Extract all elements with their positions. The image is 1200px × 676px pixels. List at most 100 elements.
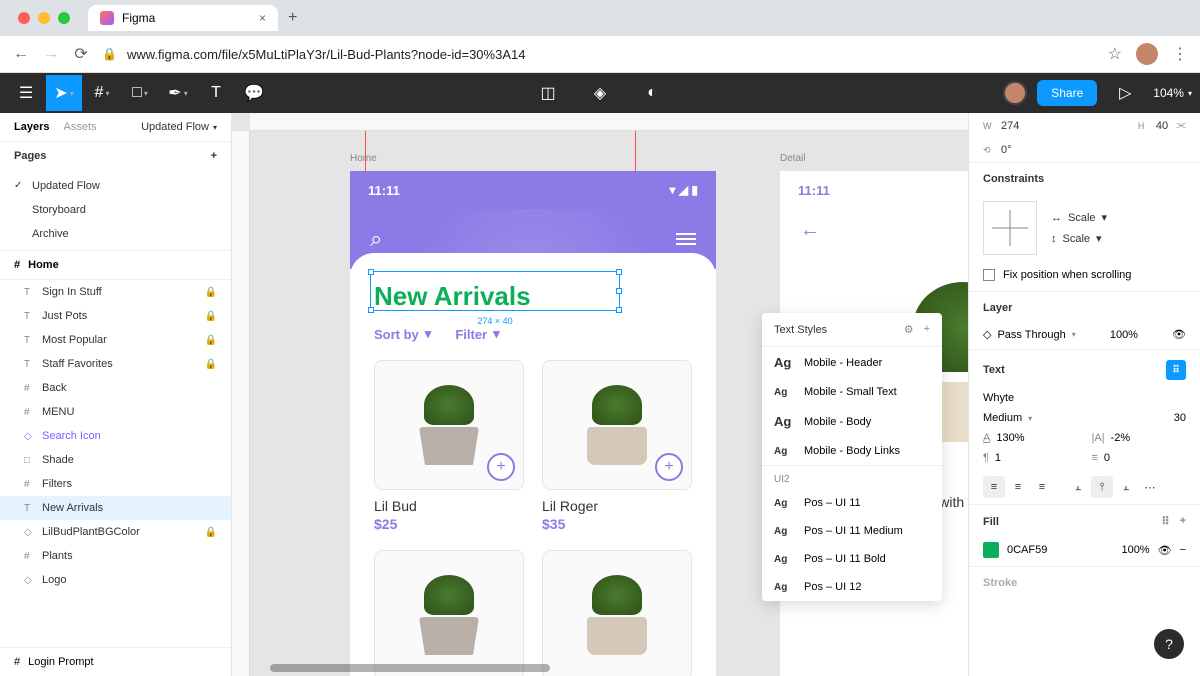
sort-by-button[interactable]: Sort by ▾: [374, 326, 431, 342]
new-tab-button[interactable]: +: [288, 9, 297, 27]
lock-icon[interactable]: 🔒: [205, 527, 217, 538]
text-style-item[interactable]: AgMobile - Small Text: [762, 378, 942, 406]
product-card[interactable]: + Lil Roger $35: [542, 360, 692, 532]
font-weight-select[interactable]: Medium ▾: [983, 412, 1078, 424]
layer-item[interactable]: #Plants: [0, 544, 231, 568]
layer-item[interactable]: □Shade: [0, 448, 231, 472]
back-arrow-icon[interactable]: ←: [780, 209, 968, 252]
frame-label-home[interactable]: Home: [350, 153, 377, 164]
page-archive[interactable]: Archive: [0, 222, 231, 246]
browser-menu-icon[interactable]: ⋮: [1172, 44, 1188, 64]
zoom-control[interactable]: 104%▾: [1153, 86, 1192, 100]
visibility-icon[interactable]: 👁: [1172, 328, 1186, 341]
share-button[interactable]: Share: [1037, 80, 1097, 106]
layer-item[interactable]: ◇LilBudPlantBGColor🔒: [0, 520, 231, 544]
align-top-button[interactable]: ⫠: [1067, 476, 1089, 498]
lock-icon[interactable]: 🔒: [205, 311, 217, 322]
fill-style-icon[interactable]: ⠿: [1162, 515, 1170, 528]
add-style-icon[interactable]: +: [924, 323, 930, 336]
layer-item[interactable]: #MENU: [0, 400, 231, 424]
add-to-cart-icon[interactable]: +: [487, 453, 515, 481]
text-style-item[interactable]: AgMobile - Header: [762, 347, 942, 378]
text-style-item[interactable]: AgMobile - Body: [762, 406, 942, 437]
layer-item[interactable]: TStaff Favorites🔒: [0, 352, 231, 376]
component-tool[interactable]: ◫: [530, 75, 566, 111]
height-input[interactable]: 40: [1156, 120, 1168, 132]
constraint-h-select[interactable]: ↔ Scale ▾: [1051, 211, 1107, 224]
artboard-home[interactable]: 11:11 ▾ ◢ ▮ ⌕ 274: [350, 171, 716, 676]
font-size-input[interactable]: 30: [1092, 412, 1187, 424]
add-fill-icon[interactable]: +: [1180, 515, 1186, 528]
layer-item[interactable]: TSign In Stuff🔒: [0, 280, 231, 304]
settings-icon[interactable]: ⚙: [904, 323, 914, 336]
font-family-select[interactable]: Whyte: [983, 392, 1186, 404]
layers-tab[interactable]: Layers: [14, 121, 49, 133]
align-bottom-button[interactable]: ⫠: [1115, 476, 1137, 498]
layer-item[interactable]: ◇Search Icon: [0, 424, 231, 448]
frame-tool[interactable]: #▾: [84, 75, 120, 111]
layer-item[interactable]: TMost Popular🔒: [0, 328, 231, 352]
boolean-tool[interactable]: ◐: [634, 75, 670, 111]
help-button[interactable]: ?: [1154, 629, 1184, 659]
text-style-button[interactable]: ⠿: [1166, 360, 1186, 380]
frame-label-detail[interactable]: Detail: [780, 153, 806, 164]
url-text[interactable]: www.figma.com/file/x5MuLtiPlaY3r/Lil-Bud…: [127, 47, 526, 62]
selection-outline[interactable]: 274 × 40: [370, 271, 620, 311]
canvas[interactable]: Home Detail 11:11 ▾ ◢ ▮ ⌕: [232, 113, 968, 676]
lock-icon[interactable]: 🔒: [205, 359, 217, 370]
page-updated-flow[interactable]: Updated Flow: [0, 174, 231, 198]
hamburger-icon[interactable]: [676, 233, 696, 245]
add-to-cart-icon[interactable]: +: [655, 453, 683, 481]
para-indent-input[interactable]: 0: [1104, 452, 1110, 464]
profile-avatar[interactable]: [1136, 43, 1158, 65]
pen-tool[interactable]: ✒▾: [160, 75, 196, 111]
comment-tool[interactable]: 💬: [236, 75, 272, 111]
present-button[interactable]: ▷: [1107, 75, 1143, 111]
text-style-item[interactable]: AgMobile - Body Links: [762, 437, 942, 465]
layer-item[interactable]: ◇Logo: [0, 568, 231, 592]
constraint-widget[interactable]: [983, 201, 1037, 255]
text-more-button[interactable]: ⋯: [1139, 476, 1161, 498]
shape-tool[interactable]: □▾: [122, 75, 158, 111]
line-height-input[interactable]: 130%: [996, 432, 1024, 444]
layer-item[interactable]: TJust Pots🔒: [0, 304, 231, 328]
forward-button[interactable]: →: [42, 45, 60, 63]
text-style-item[interactable]: AgPos – UI 11 Medium: [762, 517, 942, 545]
blend-mode-select[interactable]: Pass Through: [997, 329, 1065, 341]
para-spacing-input[interactable]: 1: [995, 452, 1001, 464]
back-button[interactable]: ←: [12, 45, 30, 63]
window-close[interactable]: [18, 12, 30, 24]
text-tool[interactable]: T: [198, 75, 234, 111]
align-center-button[interactable]: ≡: [1007, 476, 1029, 498]
layer-item[interactable]: #Back: [0, 376, 231, 400]
text-style-item[interactable]: AgPos – UI 12: [762, 573, 942, 601]
add-page-button[interactable]: +: [211, 150, 217, 162]
frame-login-layer[interactable]: # Login Prompt: [0, 647, 231, 676]
user-avatar[interactable]: [1003, 81, 1027, 105]
page-storyboard[interactable]: Storyboard: [0, 198, 231, 222]
filter-button[interactable]: Filter ▾: [455, 326, 499, 342]
window-minimize[interactable]: [38, 12, 50, 24]
assets-tab[interactable]: Assets: [63, 121, 96, 133]
width-input[interactable]: 274: [1001, 120, 1019, 132]
tab-close-icon[interactable]: ×: [259, 11, 266, 25]
text-style-item[interactable]: AgPos – UI 11: [762, 489, 942, 517]
fill-color-swatch[interactable]: [983, 542, 999, 558]
align-right-button[interactable]: ≡: [1031, 476, 1053, 498]
fill-visibility-icon[interactable]: 👁: [1158, 544, 1172, 557]
fill-opacity-input[interactable]: 100%: [1121, 544, 1149, 556]
constraint-v-select[interactable]: ↕ Scale ▾: [1051, 232, 1107, 245]
main-menu-button[interactable]: ☰: [8, 75, 44, 111]
product-card[interactable]: [542, 550, 692, 676]
rotation-input[interactable]: 0°: [1001, 144, 1012, 156]
window-maximize[interactable]: [58, 12, 70, 24]
fix-scroll-checkbox[interactable]: [983, 269, 995, 281]
lock-icon[interactable]: 🔒: [205, 287, 217, 298]
bookmark-icon[interactable]: ☆: [1108, 44, 1122, 64]
mask-tool[interactable]: ◈: [582, 75, 618, 111]
reload-button[interactable]: ⟳: [72, 45, 90, 63]
canvas-scrollbar[interactable]: [270, 664, 550, 672]
frame-home-layer[interactable]: # Home: [0, 250, 231, 280]
align-middle-button[interactable]: ⫯: [1091, 476, 1113, 498]
layer-opacity[interactable]: 100%: [1110, 329, 1138, 341]
